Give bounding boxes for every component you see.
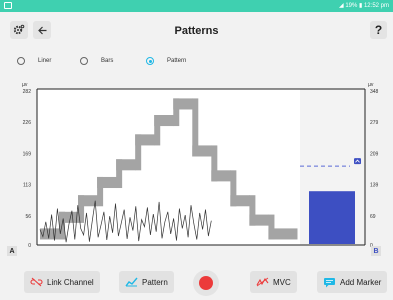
pattern-riser — [154, 115, 161, 146]
emg-chart: µv µv 282 226 169 113 56 0 348 279 209 139 69 0 — [0, 76, 393, 260]
link-channel-label: Link Channel — [47, 277, 94, 287]
mvc-label: MVC — [273, 277, 291, 287]
comment-icon — [324, 277, 335, 287]
pattern-riser — [78, 195, 85, 223]
pattern-riser — [173, 98, 180, 127]
record-icon — [199, 276, 213, 290]
pattern-riser — [268, 214, 275, 240]
channel-a-badge: A — [7, 246, 17, 256]
mode-option-bars[interactable]: Bars — [80, 55, 113, 67]
add-marker-label: Add Marker — [340, 277, 382, 287]
settings-button[interactable] — [10, 21, 28, 39]
right-tick-labels: 348279209139690 — [370, 89, 379, 249]
right-unit-label: µv — [368, 82, 374, 88]
chart-svg: µv µv 282 226 169 113 56 0 348 279 209 139 69 0 — [22, 82, 379, 249]
pattern-button[interactable]: Pattern — [119, 271, 174, 293]
mode-selector: Liner Bars Pattern — [0, 52, 393, 70]
pattern-riser — [230, 170, 237, 207]
left-tick-label: 56 — [25, 214, 31, 220]
pattern-icon — [125, 277, 138, 287]
link-channel-button[interactable]: Link Channel — [24, 271, 100, 293]
pattern-riser — [192, 98, 199, 157]
mode-option-liner[interactable]: Liner — [17, 55, 51, 67]
left-tick-label: 226 — [23, 120, 32, 126]
left-tick-label: 169 — [23, 151, 32, 157]
left-tick-label: 0 — [28, 243, 31, 249]
action-bar: Link Channel Pattern MVC Add Marker — [0, 262, 393, 300]
threshold-handle — [354, 158, 361, 165]
mvc-button[interactable]: MVC — [250, 271, 297, 293]
add-marker-button[interactable]: Add Marker — [317, 271, 388, 293]
mode-label-liner: Liner — [38, 58, 52, 64]
radio-pattern[interactable] — [146, 57, 154, 65]
left-tick-label: 113 — [23, 183, 31, 189]
mode-label-bars: Bars — [101, 58, 114, 64]
notification-icon — [4, 2, 12, 9]
pattern-riser — [97, 176, 104, 207]
pattern-label: Pattern — [142, 277, 168, 287]
right-tick-label: 348 — [370, 89, 379, 95]
right-tick-label: 69 — [370, 214, 376, 220]
arrow-left-icon — [37, 26, 46, 34]
left-unit-label: µv — [22, 82, 28, 88]
help-button[interactable]: ? — [370, 21, 387, 39]
mode-option-pattern[interactable]: Pattern — [146, 55, 186, 67]
left-tick-label: 282 — [23, 89, 32, 95]
status-text: ◢ 19% ▮ 12:52 pm — [339, 3, 389, 9]
level-bar-fill — [309, 191, 355, 244]
header: Patterns ? — [0, 12, 393, 50]
level-bar — [309, 191, 355, 244]
left-tick-labels: 282 226 169 113 56 0 — [23, 89, 32, 249]
channel-b-badge: B — [371, 246, 381, 256]
right-tick-label: 209 — [370, 151, 379, 157]
right-tick-label: 279 — [370, 120, 379, 126]
unlink-icon — [30, 277, 43, 287]
pattern-riser — [249, 195, 256, 226]
pattern-riser — [116, 159, 123, 189]
record-button[interactable] — [193, 270, 219, 296]
radio-liner[interactable] — [17, 57, 25, 65]
right-tick-label: 139 — [370, 183, 379, 189]
mvc-icon — [256, 277, 269, 287]
pattern-riser — [211, 145, 218, 182]
gear-icon — [13, 24, 25, 35]
radio-bars[interactable] — [80, 57, 88, 65]
pattern-riser — [135, 134, 142, 171]
back-button[interactable] — [33, 21, 51, 39]
page-title: Patterns — [174, 25, 219, 37]
mode-label-pattern: Pattern — [167, 58, 187, 64]
status-bar: ◢ 19% ▮ 12:52 pm — [0, 0, 393, 12]
